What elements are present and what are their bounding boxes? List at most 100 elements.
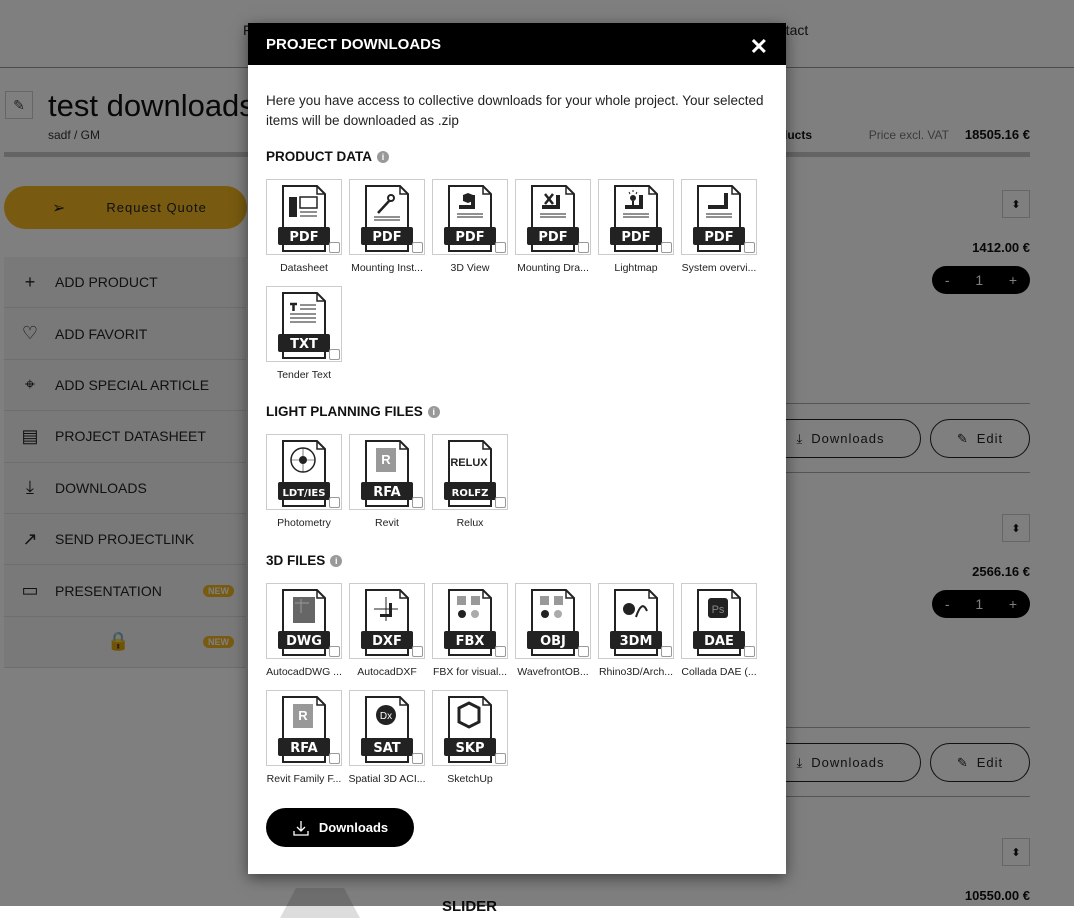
tile-label: Lightmap (614, 262, 658, 274)
ps-file-icon: Ps DAE (693, 589, 745, 656)
tile-label: Collada DAE (... (681, 666, 757, 678)
download-tile-3d-view[interactable]: PDF (432, 179, 508, 255)
tile-label: 3D View (450, 262, 490, 274)
file-type-label: TXT (290, 337, 318, 352)
svg-text:Ps: Ps (712, 604, 725, 616)
select-checkbox[interactable] (578, 242, 589, 253)
section-heading: LIGHT PLANNING FILES i (266, 404, 440, 419)
download-tile-relux[interactable]: RELUX ROLFZ (432, 434, 508, 510)
section-heading: 3D FILES i (266, 553, 343, 568)
datasheet-file-icon: PDF (278, 185, 330, 252)
select-checkbox[interactable] (329, 349, 340, 360)
select-checkbox[interactable] (495, 646, 506, 657)
file-type-label: RFA (373, 485, 400, 500)
tile-label: AutocadDWG ... (266, 666, 342, 678)
modal-title: PROJECT DOWNLOADS (266, 35, 442, 53)
download-tile-autocaddwg[interactable]: DWG (266, 583, 342, 659)
select-checkbox[interactable] (329, 497, 340, 508)
download-tile-rhino3d-arch[interactable]: 3DM (598, 583, 674, 659)
download-tile-tender-text[interactable]: TXT (266, 286, 342, 362)
download-icon (293, 820, 309, 836)
download-tile-revit[interactable]: R RFA (349, 434, 425, 510)
section-heading: PRODUCT DATA i (266, 149, 389, 164)
section-title: 3D FILES (266, 553, 326, 568)
select-checkbox[interactable] (495, 242, 506, 253)
info-icon[interactable]: i (427, 405, 440, 418)
select-checkbox[interactable] (412, 242, 423, 253)
dwg-file-icon: DWG (278, 589, 330, 656)
cube-file-icon: PDF (444, 185, 496, 252)
tile-label: Photometry (277, 517, 331, 529)
select-checkbox[interactable] (661, 242, 672, 253)
tile-label: Rhino3D/Arch... (598, 666, 674, 678)
download-tile-lightmap[interactable]: PDF (598, 179, 674, 255)
select-checkbox[interactable] (329, 753, 340, 764)
download-tile-revit-family-f[interactable]: R RFA (266, 690, 342, 766)
tile-label: WavefrontOB... (517, 666, 589, 678)
info-icon[interactable]: i (330, 554, 343, 567)
download-tile-datasheet[interactable]: PDF (266, 179, 342, 255)
crosshair-file-icon: DXF (361, 589, 413, 656)
downloads-button[interactable]: Downloads (266, 808, 414, 847)
file-type-label: PDF (538, 230, 567, 245)
select-checkbox[interactable] (744, 646, 755, 657)
download-tile-collada-dae[interactable]: Ps DAE (681, 583, 757, 659)
download-tile-mounting-dra[interactable]: PDF (515, 179, 591, 255)
tile-label: Datasheet (280, 262, 328, 274)
file-type-label: PDF (455, 230, 484, 245)
revit-file-icon: R RFA (361, 440, 413, 507)
svg-text:Dx: Dx (380, 711, 392, 722)
text-file-icon: TXT (278, 292, 330, 359)
tile-label: Tender Text (276, 369, 332, 381)
modal-header: PROJECT DOWNLOADS ✕ (248, 23, 786, 65)
download-tile-spatial-3d-aci[interactable]: Dx SAT (349, 690, 425, 766)
close-icon[interactable]: ✕ (750, 34, 768, 60)
wrench-file-icon: PDF (361, 185, 413, 252)
file-type-label: RFA (290, 741, 317, 756)
download-tile-mounting-inst[interactable]: PDF (349, 179, 425, 255)
select-checkbox[interactable] (495, 753, 506, 764)
section-title: LIGHT PLANNING FILES (266, 404, 423, 419)
select-checkbox[interactable] (412, 497, 423, 508)
svg-text:RELUX: RELUX (450, 457, 488, 469)
select-checkbox[interactable] (412, 753, 423, 764)
file-type-label: LDT/IES (283, 488, 326, 499)
select-checkbox[interactable] (744, 242, 755, 253)
file-type-label: PDF (704, 230, 733, 245)
download-tile-photometry[interactable]: LDT/IES (266, 434, 342, 510)
bulb-file-icon: PDF (610, 185, 662, 252)
select-checkbox[interactable] (412, 646, 423, 657)
corner-file-icon: PDF (693, 185, 745, 252)
file-type-label: SKP (456, 741, 485, 756)
revit-file-icon: R RFA (278, 696, 330, 763)
relux-file-icon: RELUX ROLFZ (444, 440, 496, 507)
svg-text:R: R (298, 708, 308, 723)
download-tile-system-overvi[interactable]: PDF (681, 179, 757, 255)
select-checkbox[interactable] (578, 646, 589, 657)
download-tile-wavefrontob[interactable]: OBJ (515, 583, 591, 659)
apps-file-icon: OBJ (527, 589, 579, 656)
select-checkbox[interactable] (329, 646, 340, 657)
photometry-file-icon: LDT/IES (278, 440, 330, 507)
modal-intro: Here you have access to collective downl… (266, 93, 764, 128)
select-checkbox[interactable] (495, 497, 506, 508)
project-downloads-modal: PROJECT DOWNLOADS ✕ Here you have access… (248, 23, 786, 874)
select-checkbox[interactable] (661, 646, 672, 657)
tile-label: System overvi... (681, 262, 757, 274)
info-icon[interactable]: i (377, 150, 389, 163)
tile-label: Revit (375, 517, 399, 529)
download-tile-sketchup[interactable]: SKP (432, 690, 508, 766)
tile-label: SketchUp (447, 773, 493, 785)
dx-file-icon: Dx SAT (361, 696, 413, 763)
tile-label: AutocadDXF (357, 666, 417, 678)
file-type-label: OBJ (540, 634, 566, 649)
file-type-label: SAT (373, 741, 400, 756)
download-tile-autocaddxf[interactable]: DXF (349, 583, 425, 659)
select-checkbox[interactable] (329, 242, 340, 253)
download-tile-fbx-for-visual[interactable]: FBX (432, 583, 508, 659)
tile-label: Mounting Dra... (517, 262, 589, 274)
file-type-label: PDF (289, 230, 318, 245)
file-type-label: 3DM (620, 634, 653, 649)
tile-label: FBX for visual... (432, 666, 508, 678)
downloads-button-label: Downloads (318, 820, 389, 835)
